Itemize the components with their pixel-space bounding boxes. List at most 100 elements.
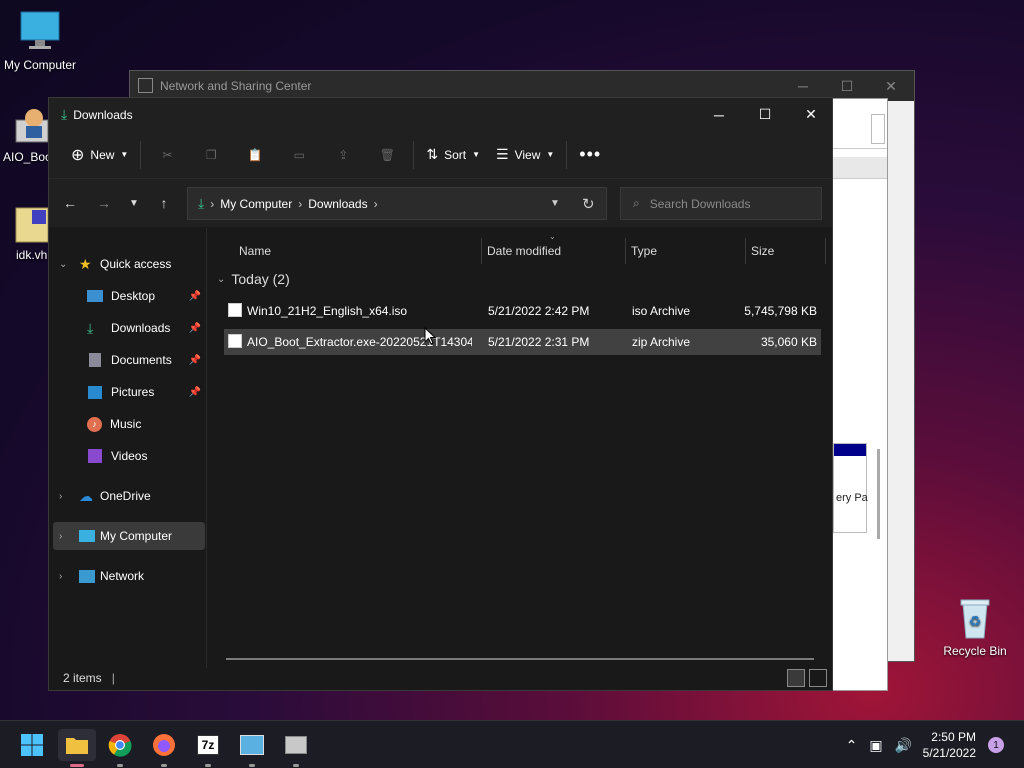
sidebar-item-desktop[interactable]: Desktop 📌 [87,282,205,310]
dialog-scrollbar[interactable] [877,449,880,539]
paste-icon[interactable]: 📋 [244,144,266,166]
taskbar-firefox[interactable] [148,729,180,767]
chevron-down-icon: ⌄ [59,258,68,270]
column-header-size[interactable]: Size [751,240,774,262]
taskbar-chrome[interactable] [104,729,136,767]
sidebar-label: Pictures [111,385,155,399]
explorer-titlebar[interactable]: ⤓ Downloads ─ ☐ ✕ [49,98,832,131]
details-view-button[interactable] [787,669,805,687]
vhd-file-icon [14,204,50,244]
column-header-type[interactable]: Type [631,240,657,262]
ellipsis-icon: ••• [579,144,602,164]
desktop-icon-idk-vhd[interactable]: idk.vh [0,204,50,262]
clock[interactable]: 2:50 PM 5/21/2022 [923,729,976,761]
column-separator[interactable] [825,238,826,264]
sidebar-item-quick-access[interactable]: ⌄ ★ Quick access [49,250,205,278]
column-header-name[interactable]: Name [239,240,271,262]
view-button[interactable]: ☰ View ▼ [488,139,562,171]
sidebar-label: My Computer [100,529,173,543]
delete-icon[interactable]: 🗑 [376,144,398,166]
table-row[interactable]: AIO_Boot_Extractor.exe-20220521T14304...… [224,329,821,355]
file-name: AIO_Boot_Extractor.exe-20220521T14304... [247,335,472,349]
svg-text:♻: ♻ [969,613,982,629]
music-icon: ♪ [87,416,102,432]
start-button[interactable] [16,729,48,761]
recycle-bin-icon: ♻ [955,596,995,640]
horizontal-scrollbar[interactable] [226,658,814,660]
close-button[interactable]: ✕ [868,71,914,101]
breadcrumb-my-computer[interactable]: My Computer [220,197,292,211]
column-header-date[interactable]: Date modified [487,240,561,262]
back-button[interactable]: ← [55,188,85,218]
large-icons-view-button[interactable] [809,669,827,687]
pin-icon[interactable]: 📌 [189,291,201,302]
column-separator[interactable] [481,238,482,264]
desktop-icon-recycle-bin[interactable]: ♻ Recycle Bin [935,596,1015,658]
partial-label: ery Pa [836,492,868,504]
file-explorer-window[interactable]: ⤓ Downloads ─ ☐ ✕ ⊕ New ▼ ✂ ❐ 📋 ▭ ⇪ 🗑 ⇅ … [48,97,833,691]
view-label: View [514,147,541,162]
sidebar-item-network[interactable]: › Network [49,562,205,590]
taskbar-network-app[interactable] [236,729,268,767]
show-hidden-icons-button[interactable]: ⌃ [846,737,858,754]
sidebar-label: Documents [111,353,172,367]
desktop-icon-my-computer[interactable]: My Computer [0,10,80,72]
breadcrumb-downloads[interactable]: Downloads [308,197,367,211]
sidebar-item-my-computer[interactable]: › My Computer [53,522,205,550]
item-count: 2 items [63,671,102,685]
pin-icon[interactable]: 📌 [189,355,201,366]
refresh-button[interactable]: ↻ [582,195,595,213]
address-bar[interactable]: ⤓ › My Computer › Downloads › ▼ ↻ [187,187,607,220]
address-dropdown-button[interactable]: ▼ [550,198,560,209]
sidebar-label: Network [100,569,145,583]
window-title: Downloads [73,107,133,122]
network-icon [138,78,153,93]
file-list[interactable]: Name ⌄ Date modified Type Size ⌄ Today (… [209,228,833,668]
share-icon[interactable]: ⇪ [332,144,354,166]
monitor-icon [19,10,61,54]
minimize-button[interactable]: ─ [696,98,742,131]
rename-icon[interactable]: ▭ [288,144,310,166]
file-date: 5/21/2022 2:31 PM [488,335,590,349]
taskbar-setup-app[interactable] [280,729,312,767]
sidebar-item-music[interactable]: ♪ Music [87,410,205,438]
running-indicator [117,764,123,767]
network-status-icon[interactable]: ▣ [869,737,882,754]
firefox-icon [153,734,175,756]
maximize-button[interactable]: ☐ [742,98,788,131]
close-button[interactable]: ✕ [788,98,834,131]
chevron-right-icon: › [59,490,63,502]
new-button[interactable]: ⊕ New ▼ [63,139,136,171]
pin-icon[interactable]: 📌 [189,387,201,398]
sidebar-item-onedrive[interactable]: › ☁ OneDrive [49,482,205,510]
toolbar-separator [140,140,142,169]
active-indicator [70,764,84,767]
sidebar-item-downloads[interactable]: ⤓ Downloads 📌 [87,314,205,342]
sidebar-item-documents[interactable]: Documents 📌 [87,346,205,374]
table-row[interactable]: Win10_21H2_English_x64.iso 5/21/2022 2:4… [224,298,821,324]
sidebar-label: Desktop [111,289,156,303]
breadcrumb-separator: › [373,196,378,211]
search-input[interactable]: ⌕ Search Downloads [620,187,822,220]
sidebar-item-videos[interactable]: Videos [87,442,205,470]
copy-icon[interactable]: ❐ [200,144,222,166]
clock-time: 2:50 PM [931,730,976,744]
notification-badge[interactable]: 1 [988,737,1004,753]
plus-circle-icon: ⊕ [71,146,85,164]
pin-icon[interactable]: 📌 [189,323,201,334]
volume-icon[interactable]: 🔊 [895,737,912,754]
recent-locations-button[interactable]: ▼ [119,188,149,218]
column-separator[interactable] [625,238,626,264]
group-header-today[interactable]: ⌄ Today (2) [217,271,290,287]
forward-button[interactable]: → [89,188,119,218]
taskbar-7zip[interactable]: 7z [192,729,224,767]
sidebar-item-pictures[interactable]: Pictures 📌 [87,378,205,406]
up-button[interactable]: ↑ [149,188,179,218]
sort-button[interactable]: ⇅ Sort ▼ [418,139,488,171]
desktop-icon-aio-boot[interactable]: AIO_Boo [0,106,52,164]
cut-icon[interactable]: ✂ [156,144,178,166]
taskbar-file-explorer[interactable] [58,729,96,767]
monitor-icon [79,530,95,542]
more-options-button[interactable]: ••• [571,139,609,171]
column-separator[interactable] [745,238,746,264]
